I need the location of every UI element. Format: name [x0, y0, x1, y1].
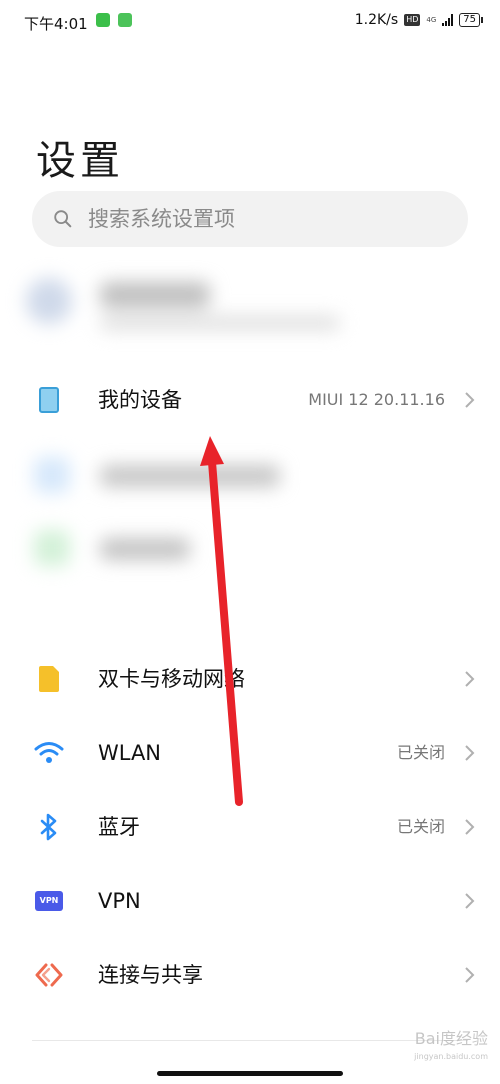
chevron-right-icon	[465, 392, 475, 408]
watermark: Bai度经验 jingyan.baidu.com	[414, 1029, 488, 1062]
wifi-icon	[34, 738, 64, 768]
my-device-row[interactable]: 我的设备 MIUI 12 20.11.16	[0, 363, 500, 437]
phone-icon	[34, 385, 64, 415]
notification-app-icon	[118, 13, 132, 27]
bluetooth-icon	[34, 812, 64, 842]
signal-icon	[442, 14, 454, 26]
network-type: 4G	[426, 15, 437, 24]
chevron-right-icon	[465, 745, 475, 761]
chevron-right-icon	[465, 671, 475, 687]
connection-share-icon	[34, 960, 64, 990]
connection-share-label: 连接与共享	[98, 963, 203, 987]
connection-share-row[interactable]: 连接与共享	[0, 938, 500, 1012]
vpn-label: VPN	[98, 889, 141, 913]
blurred-row[interactable]	[20, 518, 480, 578]
network-speed: 1.2K/s	[354, 12, 399, 28]
bluetooth-label: 蓝牙	[98, 815, 140, 839]
bluetooth-status: 已关闭	[396, 817, 445, 836]
divider	[32, 1040, 468, 1041]
hd-icon: HD	[404, 14, 421, 26]
search-input[interactable]	[88, 207, 428, 231]
battery-icon: 75	[459, 13, 483, 27]
chevron-right-icon	[465, 819, 475, 835]
search-icon	[54, 210, 72, 228]
chevron-right-icon	[465, 967, 475, 983]
wlan-label: WLAN	[98, 741, 162, 765]
chevron-right-icon	[465, 893, 475, 909]
my-device-label: 我的设备	[98, 388, 182, 412]
status-time: 下午4:01	[24, 15, 88, 33]
vpn-row[interactable]: VPN VPN	[0, 864, 500, 938]
blurred-row[interactable]	[20, 445, 480, 505]
search-bar[interactable]	[32, 191, 468, 247]
page-title: 设置	[36, 138, 124, 184]
vpn-icon: VPN	[34, 886, 64, 916]
sim-network-label: 双卡与移动网络	[98, 667, 245, 691]
account-row-blurred[interactable]	[20, 270, 480, 340]
wlan-status: 已关闭	[396, 743, 445, 762]
sim-network-row[interactable]: 双卡与移动网络	[0, 642, 500, 716]
notification-app-icon	[96, 13, 110, 27]
bluetooth-row[interactable]: 蓝牙 已关闭	[0, 790, 500, 864]
status-indicators: 1.2K/s HD 4G 75	[354, 12, 483, 28]
sim-card-icon	[34, 664, 64, 694]
home-gesture-bar[interactable]	[157, 1071, 343, 1076]
miui-version: MIUI 12 20.11.16	[308, 390, 445, 409]
wlan-row[interactable]: WLAN 已关闭	[0, 716, 500, 790]
status-bar: 下午4:01 1.2K/s HD 4G 75	[0, 0, 500, 44]
